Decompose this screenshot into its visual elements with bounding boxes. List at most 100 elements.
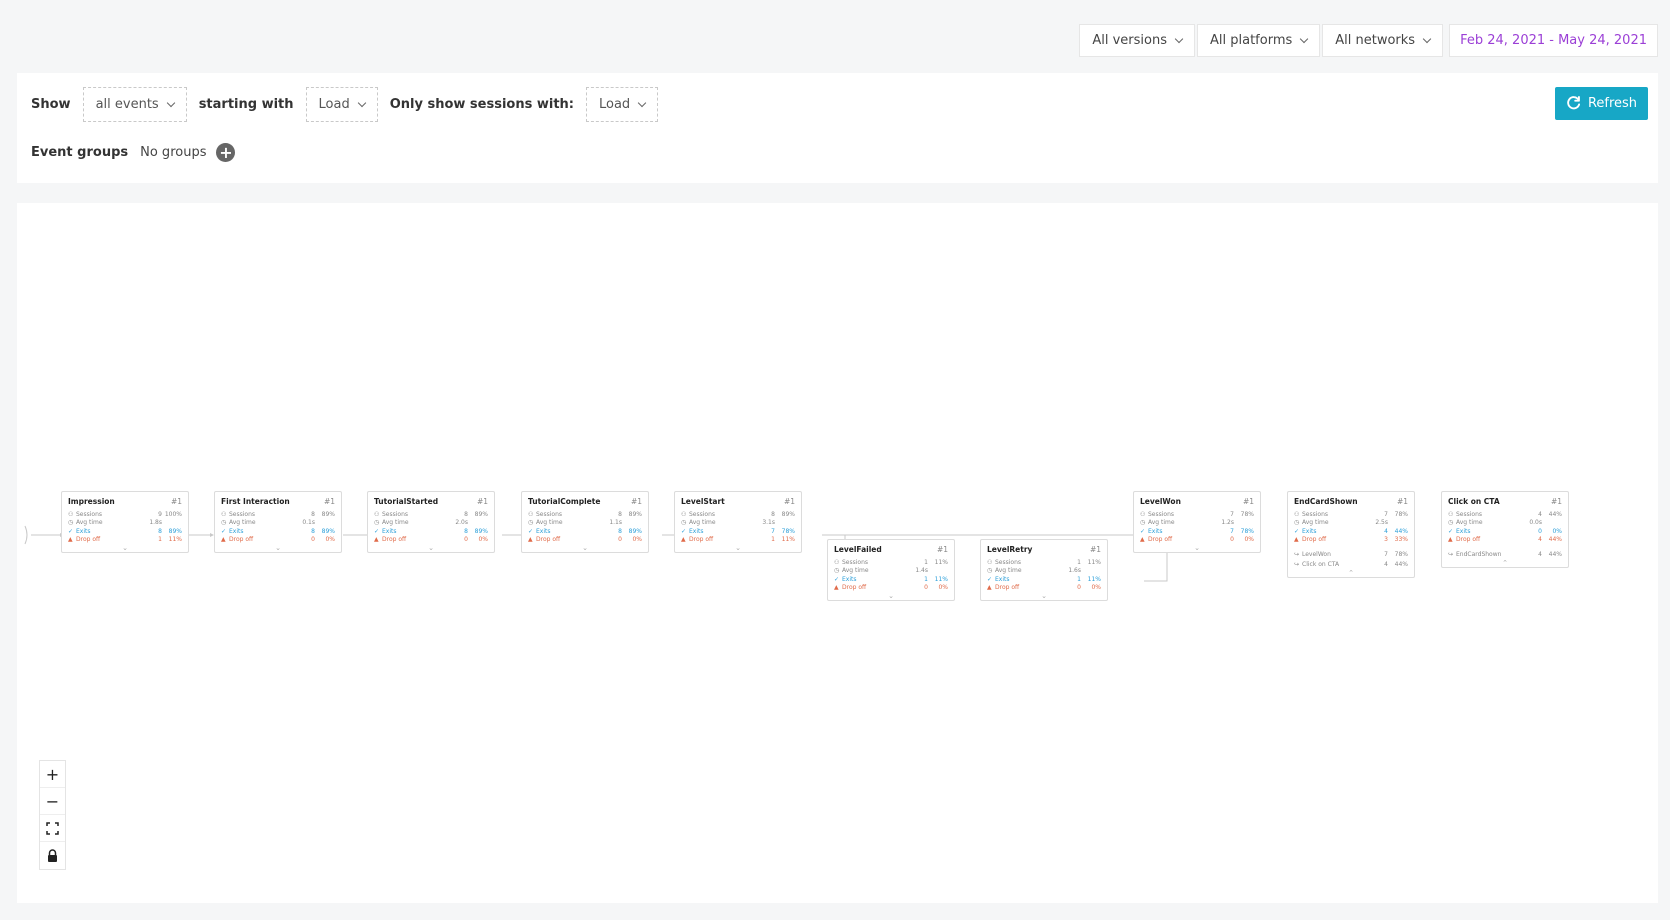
- node-sessions-pct: 100%: [164, 510, 182, 518]
- flow-node[interactable]: LevelFailed #1 ⚇ Sessions 1 11% ◷ Avg ti…: [827, 539, 955, 601]
- node-exits-pct: 89%: [168, 527, 182, 535]
- drop-icon: ▲: [528, 536, 533, 544]
- node-next-event-row[interactable]: ↪ EndCardShown 4 44%: [1448, 550, 1562, 559]
- node-exits-value: 8: [618, 527, 622, 535]
- chevron-down-icon: ⌄: [582, 544, 588, 552]
- expand-toggle[interactable]: ⌄: [68, 544, 182, 552]
- zoom-in-button[interactable]: +: [40, 761, 65, 788]
- node-drop-pct: 33%: [1394, 536, 1408, 544]
- node-drop-row: ▲ Drop off 1 11%: [681, 536, 795, 545]
- expand-toggle[interactable]: ⌄: [1140, 544, 1254, 552]
- node-avg-label: Avg time: [689, 519, 716, 527]
- expand-toggle[interactable]: ⌄: [528, 544, 642, 552]
- node-exits-row: ✓ Exits 8 89%: [374, 527, 488, 536]
- chevron-down-icon: [1422, 34, 1432, 44]
- chevron-down-icon: ⌄: [428, 544, 434, 552]
- collapse-toggle[interactable]: ⌃: [1448, 559, 1562, 567]
- node-exits-row: ✓ Exits 1 11%: [987, 575, 1101, 584]
- networks-dropdown[interactable]: All networks: [1322, 24, 1444, 57]
- event-groups-row: Event groups No groups +: [31, 143, 236, 162]
- lock-button[interactable]: [40, 842, 65, 869]
- node-avg-row: ◷ Avg time 1.2s: [1140, 519, 1254, 528]
- avg-icon: ◷: [528, 519, 534, 527]
- node-avg-label: Avg time: [995, 567, 1022, 575]
- node-exits-label: Exits: [382, 527, 397, 535]
- flow-node[interactable]: Click on CTA #1 ⚇ Sessions 4 44% ◷ Avg t…: [1441, 491, 1569, 568]
- flow-node[interactable]: LevelRetry #1 ⚇ Sessions 1 11% ◷ Avg tim…: [980, 539, 1108, 601]
- node-drop-row: ▲ Drop off 0 0%: [987, 584, 1101, 593]
- sessions-with-value: Load: [599, 97, 631, 112]
- node-header: TutorialComplete #1: [528, 497, 642, 506]
- chevron-down-icon: ⌄: [888, 592, 894, 600]
- chevron-down-icon: ⌄: [1194, 544, 1200, 552]
- node-title: Click on CTA: [1448, 497, 1500, 506]
- node-drop-pct: 0%: [478, 536, 488, 544]
- flow-node[interactable]: TutorialStarted #1 ⚇ Sessions 8 89% ◷ Av…: [367, 491, 495, 553]
- show-dropdown[interactable]: all events: [82, 87, 187, 122]
- collapse-toggle[interactable]: ⌃: [1294, 569, 1408, 577]
- flow-node[interactable]: TutorialComplete #1 ⚇ Sessions 8 89% ◷ A…: [521, 491, 649, 553]
- zoom-controls: + −: [39, 760, 66, 870]
- flow-node[interactable]: Impression #1 ⚇ Sessions 9 100% ◷ Avg ti…: [61, 491, 189, 553]
- node-title: Impression: [68, 497, 115, 506]
- node-exits-label: Exits: [842, 575, 857, 583]
- node-avg-row: ◷ Avg time 3.1s: [681, 519, 795, 528]
- node-drop-row: ▲ Drop off 0 0%: [834, 584, 948, 593]
- node-sessions-label: Sessions: [842, 558, 869, 566]
- node-rank: #1: [1396, 497, 1408, 506]
- expand-toggle[interactable]: ⌄: [987, 592, 1101, 600]
- expand-toggle[interactable]: ⌄: [221, 544, 335, 552]
- flow-node[interactable]: First Interaction #1 ⚇ Sessions 8 89% ◷ …: [214, 491, 342, 553]
- node-drop-label: Drop off: [995, 584, 1020, 592]
- sessions-with-dropdown[interactable]: Load: [586, 87, 659, 122]
- sessions-icon: ⚇: [1294, 510, 1300, 518]
- node-drop-pct: 11%: [781, 536, 795, 544]
- starting-event-dropdown[interactable]: Load: [305, 87, 378, 122]
- exits-icon: ✓: [528, 527, 534, 535]
- drop-icon: ▲: [1294, 536, 1299, 544]
- chevron-down-icon: ⌄: [122, 544, 128, 552]
- node-exits-label: Exits: [1456, 527, 1471, 535]
- node-exits-value: 7: [771, 527, 775, 535]
- chevron-down-icon: ⌄: [1041, 592, 1047, 600]
- zoom-out-button[interactable]: −: [40, 788, 65, 815]
- drop-icon: ▲: [68, 536, 73, 544]
- expand-toggle[interactable]: ⌄: [681, 544, 795, 552]
- node-drop-label: Drop off: [842, 584, 867, 592]
- node-drop-value: 0: [464, 536, 468, 544]
- fit-view-button[interactable]: [40, 815, 65, 842]
- add-group-button[interactable]: +: [216, 143, 236, 162]
- flow-node[interactable]: LevelStart #1 ⚇ Sessions 8 89% ◷ Avg tim…: [674, 491, 802, 553]
- node-rank: #1: [476, 497, 488, 506]
- node-avg-value: 2.5s: [1375, 519, 1388, 527]
- node-exits-value: 8: [158, 527, 162, 535]
- node-drop-row: ▲ Drop off 0 0%: [221, 536, 335, 545]
- platforms-dropdown[interactable]: All platforms: [1197, 24, 1321, 57]
- chevron-up-icon: ⌃: [1348, 569, 1354, 577]
- event-groups-label: Event groups: [31, 145, 129, 160]
- next-event-label: Click on CTA: [1302, 561, 1340, 569]
- node-avg-label: Avg time: [1302, 519, 1329, 527]
- node-next-event-row[interactable]: ↪ LevelWon 7 78%: [1294, 550, 1408, 559]
- node-next-event-row[interactable]: ↪ Click on CTA 4 44%: [1294, 561, 1408, 570]
- node-avg-label: Avg time: [76, 519, 103, 527]
- refresh-button[interactable]: Refresh: [1555, 87, 1648, 120]
- exits-icon: ✓: [681, 527, 687, 535]
- node-avg-value: 3.1s: [762, 519, 775, 527]
- next-event-count: 7: [1384, 550, 1388, 558]
- date-range-picker[interactable]: Feb 24, 2021 - May 24, 2021: [1449, 24, 1658, 57]
- expand-toggle[interactable]: ⌄: [834, 592, 948, 600]
- node-exits-pct: 11%: [934, 575, 948, 583]
- versions-dropdown[interactable]: All versions: [1079, 24, 1195, 57]
- node-drop-value: 0: [311, 536, 315, 544]
- node-drop-label: Drop off: [689, 536, 714, 544]
- node-avg-row: ◷ Avg time 2.5s: [1294, 519, 1408, 528]
- sessions-icon: ⚇: [68, 510, 74, 518]
- drop-icon: ▲: [834, 584, 839, 592]
- flow-node[interactable]: EndCardShown #1 ⚇ Sessions 7 78% ◷ Avg t…: [1287, 491, 1415, 578]
- node-drop-value: 1: [158, 536, 162, 544]
- node-drop-pct: 44%: [1548, 536, 1562, 544]
- node-header: Click on CTA #1: [1448, 497, 1562, 506]
- expand-toggle[interactable]: ⌄: [374, 544, 488, 552]
- flow-node[interactable]: LevelWon #1 ⚇ Sessions 7 78% ◷ Avg time …: [1133, 491, 1261, 553]
